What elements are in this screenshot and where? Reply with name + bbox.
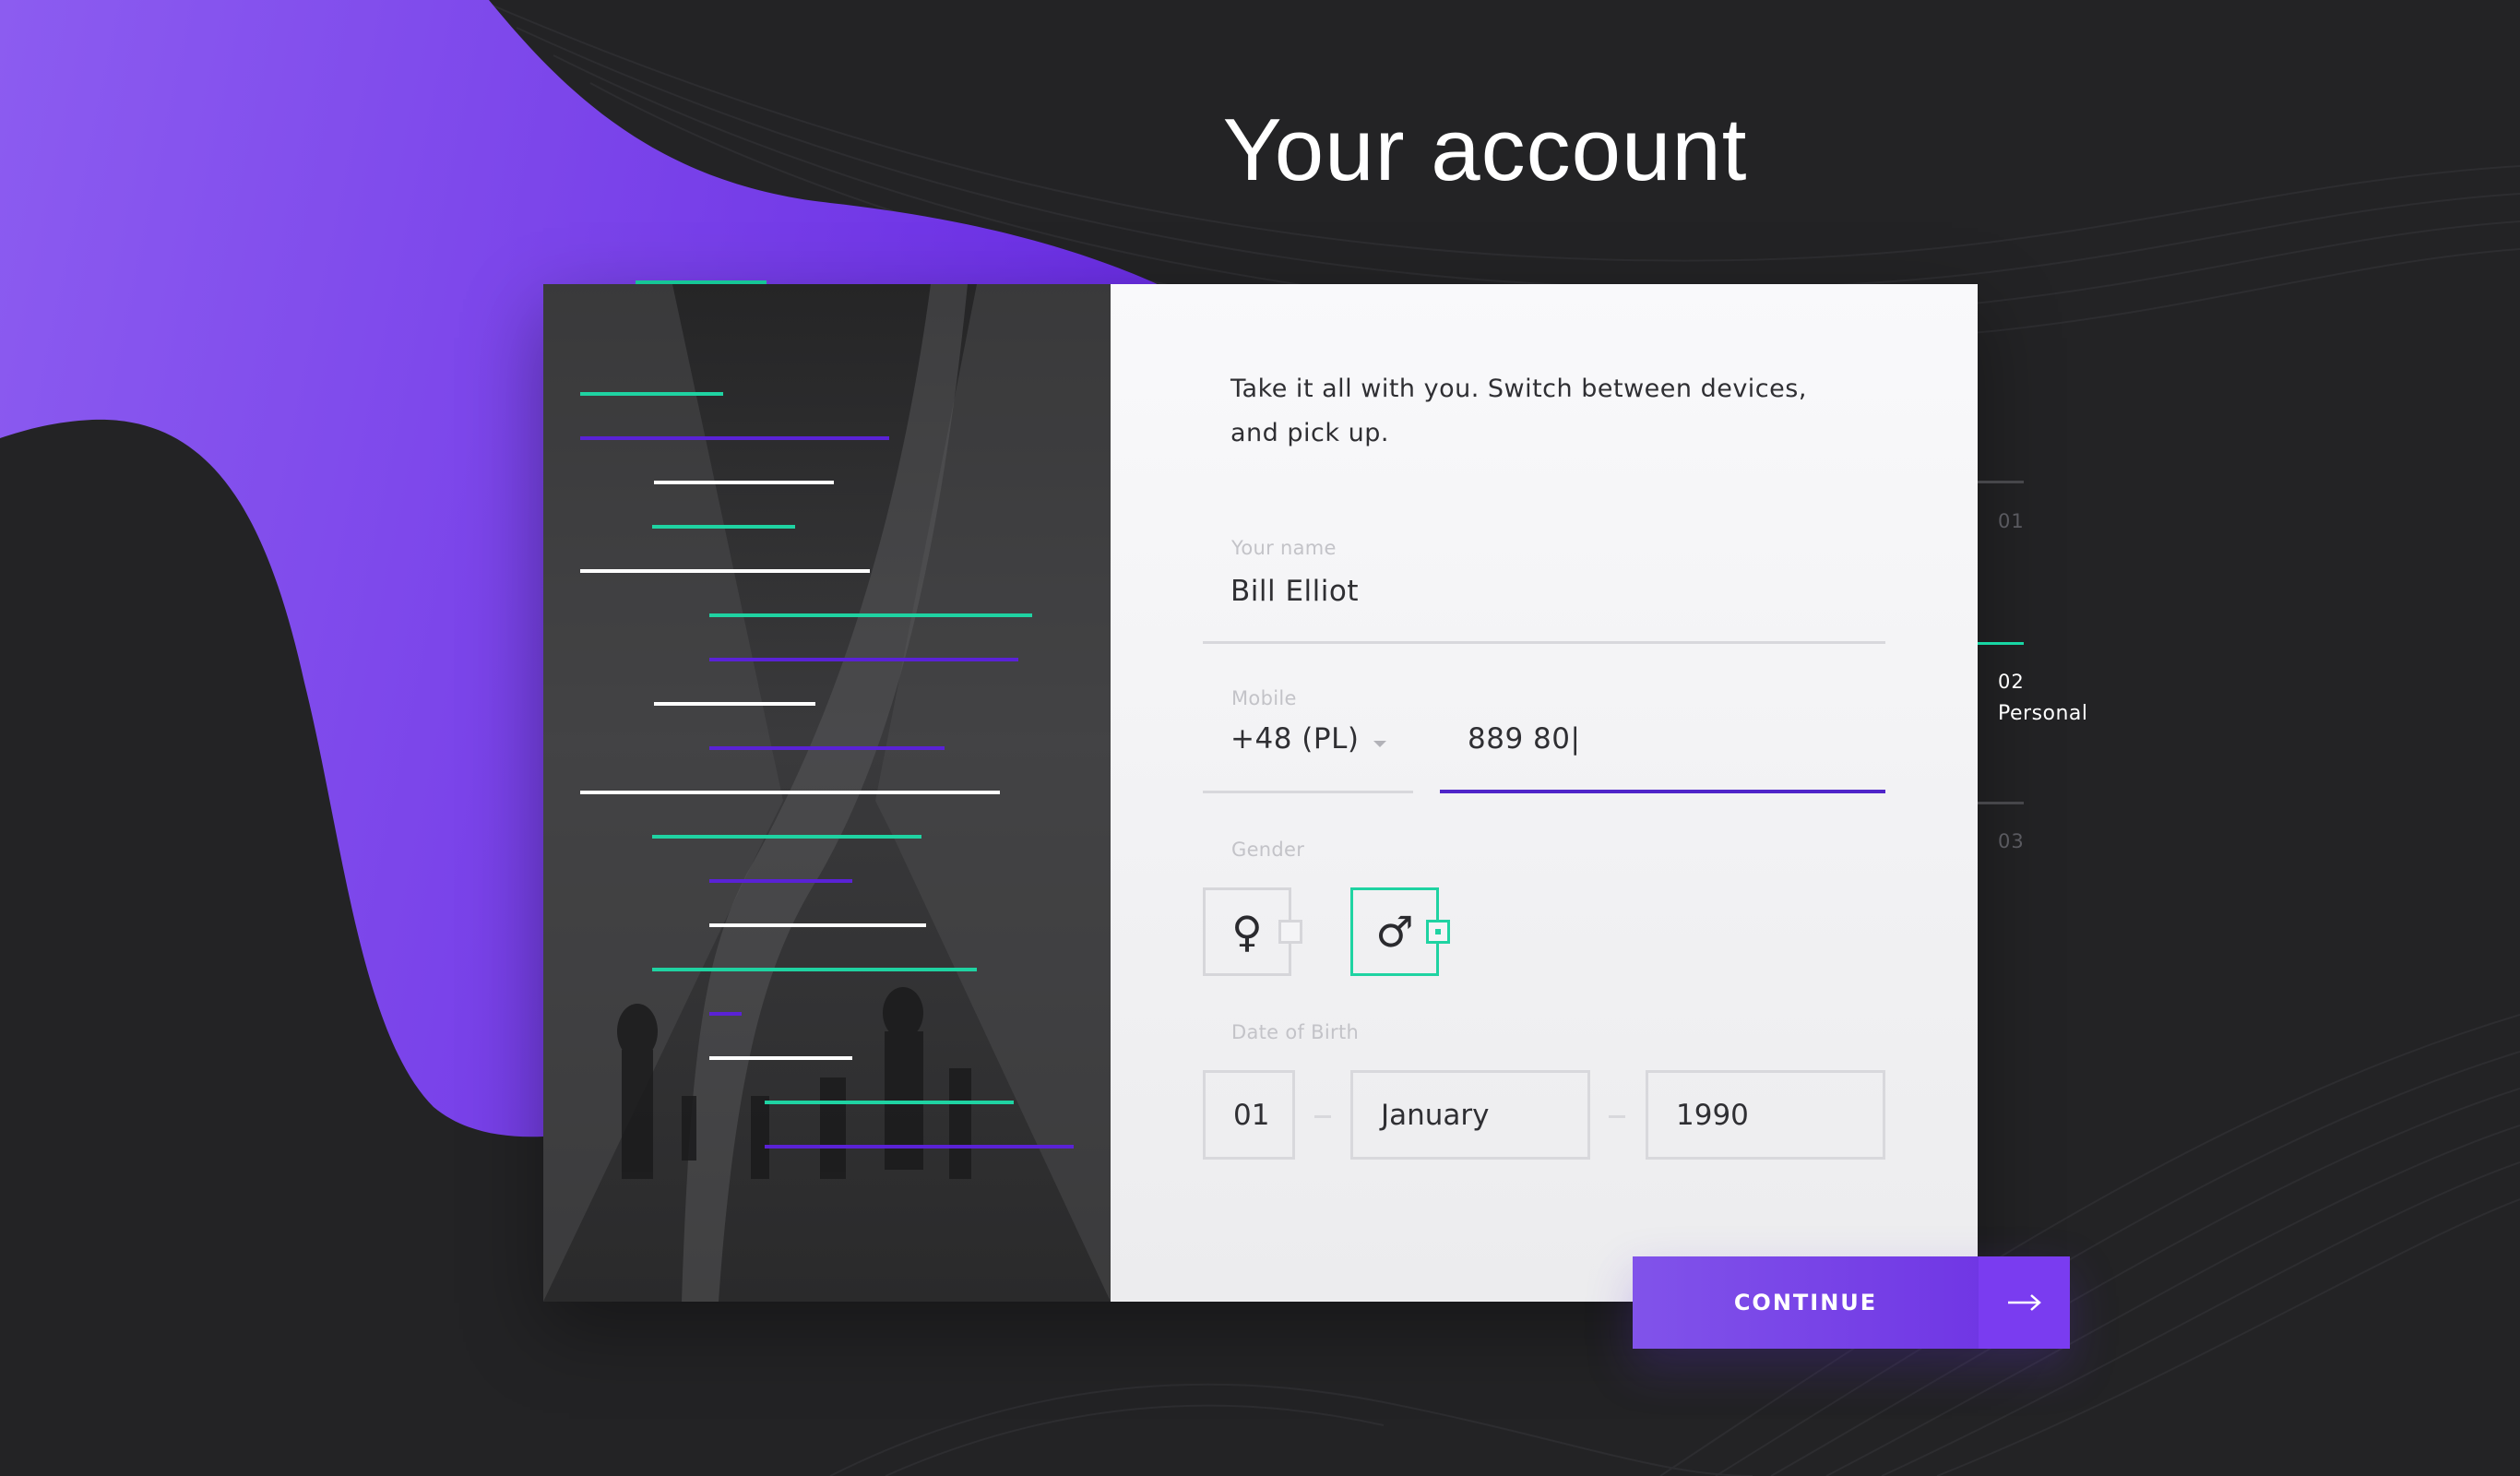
page-title: Your account (1222, 101, 1748, 199)
dob-dash (1609, 1115, 1625, 1118)
chevron-down-icon (1373, 741, 1386, 747)
male-icon: ♂ (1375, 907, 1414, 957)
step-1-number[interactable]: 01 (1998, 510, 2025, 532)
dob-year-value: 1990 (1676, 1098, 1749, 1132)
dob-month-field[interactable]: January (1350, 1070, 1590, 1160)
continue-button[interactable]: CONTINUE (1633, 1256, 2070, 1349)
dob-dash (1314, 1115, 1331, 1118)
continue-label: CONTINUE (1733, 1290, 1878, 1315)
name-underline (1203, 641, 1885, 644)
step-2-number[interactable]: 02 (1998, 671, 2025, 693)
female-icon: ♀ (1231, 907, 1263, 957)
step-3-line (1978, 802, 2024, 804)
dob-label: Date of Birth (1231, 1021, 1360, 1043)
dob-month-value: January (1381, 1098, 1490, 1132)
account-card: Take it all with you. Switch between dev… (543, 284, 1978, 1302)
step-2-line (1978, 642, 2024, 645)
gender-female-radio[interactable] (1278, 920, 1302, 944)
country-code-underline (1203, 791, 1413, 793)
mobile-number-field[interactable]: 889 80| (1468, 722, 1580, 756)
step-3-number[interactable]: 03 (1998, 830, 2025, 852)
mobile-label: Mobile (1231, 687, 1297, 709)
gender-label: Gender (1231, 839, 1305, 861)
gender-male-radio[interactable] (1426, 920, 1450, 944)
intro-text: Take it all with you. Switch between dev… (1230, 375, 1807, 447)
form-panel: Take it all with you. Switch between dev… (1111, 284, 1978, 1302)
country-code-value: +48 (PL) (1230, 722, 1360, 756)
step-1-line (1978, 481, 2024, 483)
name-field[interactable]: Bill Elliot (1230, 575, 1359, 608)
step-2-name: Personal (1998, 702, 2088, 725)
tunnel-image (543, 284, 1111, 1302)
dob-day-field[interactable]: 01 (1203, 1070, 1295, 1160)
dob-year-field[interactable]: 1990 (1646, 1070, 1885, 1160)
mobile-number-underline (1440, 790, 1885, 793)
arrow-right-icon (1979, 1256, 2070, 1349)
photo-panel (543, 284, 1111, 1302)
page: Your account Take it all with you. Switc… (0, 0, 2520, 1476)
dob-day-value: 01 (1233, 1098, 1270, 1132)
name-label: Your name (1231, 537, 1337, 559)
country-code-select[interactable]: +48 (PL) (1203, 713, 1413, 792)
